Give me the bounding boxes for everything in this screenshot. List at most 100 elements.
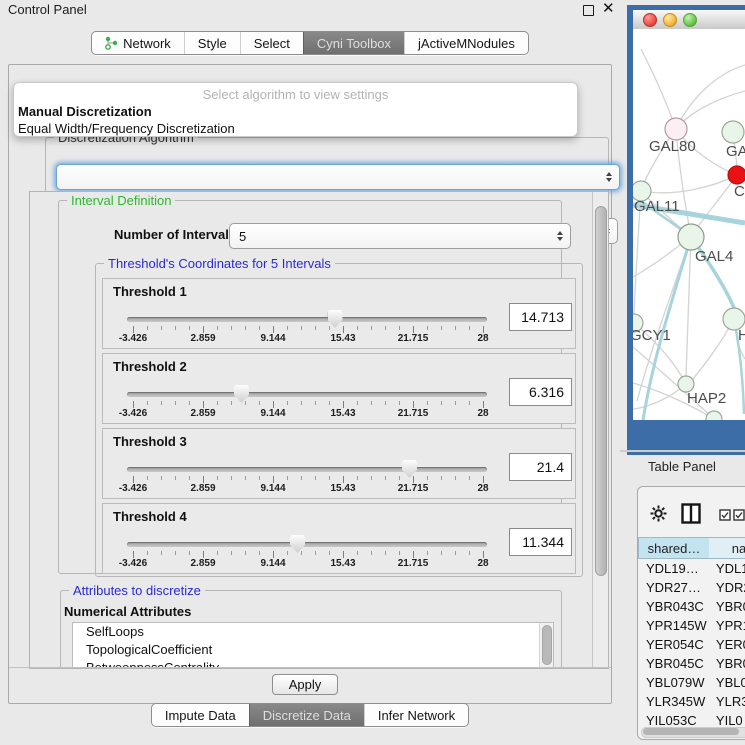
table-row[interactable]: YDL19…YDL1 [638, 559, 745, 578]
slider-tick [287, 326, 288, 330]
threshold-slider-track[interactable] [127, 317, 487, 322]
checkbox-checked-icon[interactable] [719, 509, 731, 521]
slider-tick [259, 401, 260, 405]
cell-shared-name: YDL19… [638, 561, 708, 576]
slider-tick [217, 326, 218, 330]
table-row[interactable]: YBR045CYBR0 [638, 654, 745, 673]
slider-tick-label: 21.715 [398, 483, 429, 494]
network-node-gal80[interactable] [665, 118, 687, 140]
cell-name: YBR0 [708, 656, 745, 671]
slider-tick-label: 21.715 [398, 558, 429, 569]
slider-tick [343, 551, 344, 558]
cell-shared-name: YPR145W [638, 618, 708, 633]
slider-tick [483, 476, 484, 483]
threshold-value-field[interactable]: 14.713 [509, 303, 572, 331]
zoom-traffic-light-icon[interactable] [683, 13, 697, 27]
list-item-topologicalcoefficient[interactable]: TopologicalCoefficient [73, 641, 553, 659]
slider-tick [343, 476, 344, 483]
table-row[interactable]: YBL079WYBL0 [638, 673, 745, 692]
threshold-slider-thumb[interactable] [402, 460, 417, 478]
slider-tick [301, 551, 302, 555]
threshold-value-field[interactable]: 6.316 [509, 378, 572, 406]
num-intervals-combobox[interactable]: 5 [229, 223, 571, 249]
network-node-gal4[interactable] [678, 224, 704, 250]
tab-infer-network[interactable]: Infer Network [364, 704, 468, 726]
dropdown-item-manual-discretization[interactable]: Manual Discretization [14, 103, 577, 120]
table-horizontal-scrollbar[interactable] [641, 727, 745, 738]
stepper-arrows-icon [557, 231, 563, 241]
network-node-ga[interactable] [722, 121, 744, 143]
network-node-c[interactable] [728, 166, 745, 184]
network-edge[interactable] [686, 237, 691, 376]
slider-tick [385, 551, 386, 555]
list-item-selfloops[interactable]: SelfLoops [73, 623, 553, 641]
tab-cyni-toolbox[interactable]: Cyni Toolbox [303, 32, 404, 54]
network-window-titlebar[interactable] [633, 10, 745, 30]
float-window-icon[interactable] [583, 5, 594, 16]
cell-name: YBR0 [708, 599, 745, 614]
split-columns-icon[interactable] [681, 503, 701, 524]
column-header-name[interactable]: na [709, 537, 745, 559]
slider-tick [245, 326, 246, 330]
cell-name: YLR3 [708, 694, 745, 709]
checkbox-checked-icon[interactable] [733, 509, 745, 521]
slider-tick [399, 326, 400, 330]
column-header-shared-name[interactable]: shared… [638, 537, 709, 559]
slider-tick [217, 551, 218, 555]
threshold-slider-thumb[interactable] [290, 535, 305, 553]
table-row[interactable]: YPR145WYPR1 [638, 616, 745, 635]
threshold-value-field[interactable]: 21.4 [509, 453, 572, 481]
threshold-slider-thumb[interactable] [234, 385, 249, 403]
gear-icon[interactable] [650, 505, 667, 522]
slider-tick-label: 15.43 [330, 408, 355, 419]
slider-tick [203, 476, 204, 483]
threshold-slider-track[interactable] [127, 542, 487, 547]
settings-scrollbar[interactable] [592, 192, 608, 668]
tab-select[interactable]: Select [240, 32, 303, 54]
slider-tick [315, 326, 316, 330]
slider-tick-label: -3.426 [119, 333, 147, 344]
thresholds-group: Threshold's Coordinates for 5 Intervals … [95, 263, 583, 577]
network-edge[interactable] [641, 175, 737, 193]
tab-style[interactable]: Style [184, 32, 240, 54]
network-edge[interactable] [633, 241, 685, 277]
apply-row: Apply [9, 667, 611, 704]
table-row[interactable]: YIL053CYIL0 [638, 711, 745, 725]
network-view-window[interactable]: GAL80GACGAL11GAL4HGCY1HAP2 [627, 5, 745, 455]
slider-tick [371, 401, 372, 405]
table-row[interactable]: YLR345WYLR3 [638, 692, 745, 711]
slider-tick [441, 326, 442, 330]
slider-tick [455, 401, 456, 405]
slider-tick [315, 401, 316, 405]
tab-impute-data[interactable]: Impute Data [152, 704, 249, 726]
slider-tick [399, 551, 400, 555]
threshold-value-field[interactable]: 11.344 [509, 528, 572, 556]
close-icon[interactable]: ✕ [602, 0, 615, 17]
interval-definition-group: Interval Definition Number of Intervals … [58, 200, 562, 574]
threshold-slider-track[interactable] [127, 467, 487, 472]
table-row[interactable]: YDR27…YDR2 [638, 578, 745, 597]
table-row[interactable]: YBR043CYBR0 [638, 597, 745, 616]
threshold-slider-track[interactable] [127, 392, 487, 397]
tab-network[interactable]: Network [92, 32, 184, 54]
algorithm-combobox[interactable] [56, 164, 620, 190]
apply-button[interactable]: Apply [272, 674, 338, 695]
table-row[interactable]: YER054CYER0 [638, 635, 745, 654]
slider-tick [231, 551, 232, 555]
tab-discretize-data[interactable]: Discretize Data [249, 704, 364, 726]
slider-tick [161, 326, 162, 330]
minimize-traffic-light-icon[interactable] [663, 13, 677, 27]
dropdown-item-equal-width-frequency-discretization[interactable]: Equal Width/Frequency Discretization [14, 120, 577, 137]
tab-label: Cyni Toolbox [317, 36, 391, 51]
attributes-list-scrollbar[interactable] [539, 623, 553, 669]
network-canvas[interactable]: GAL80GACGAL11GAL4HGCY1HAP2 [633, 29, 745, 420]
tab-jactivemnodules[interactable]: jActiveMNodules [404, 32, 528, 54]
network-node-label: H [738, 327, 745, 344]
network-edge[interactable] [641, 49, 676, 129]
close-traffic-light-icon[interactable] [643, 13, 657, 27]
network-node[interactable] [706, 411, 722, 420]
settings-scrollpane: Interval Definition Number of Intervals … [29, 191, 609, 669]
threshold-panel-1: Threshold 1-3.4262.8599.14415.4321.71528… [102, 278, 576, 349]
slider-tick [469, 401, 470, 405]
numerical-attributes-list[interactable]: SelfLoopsTopologicalCoefficientBetweenne… [72, 622, 554, 669]
